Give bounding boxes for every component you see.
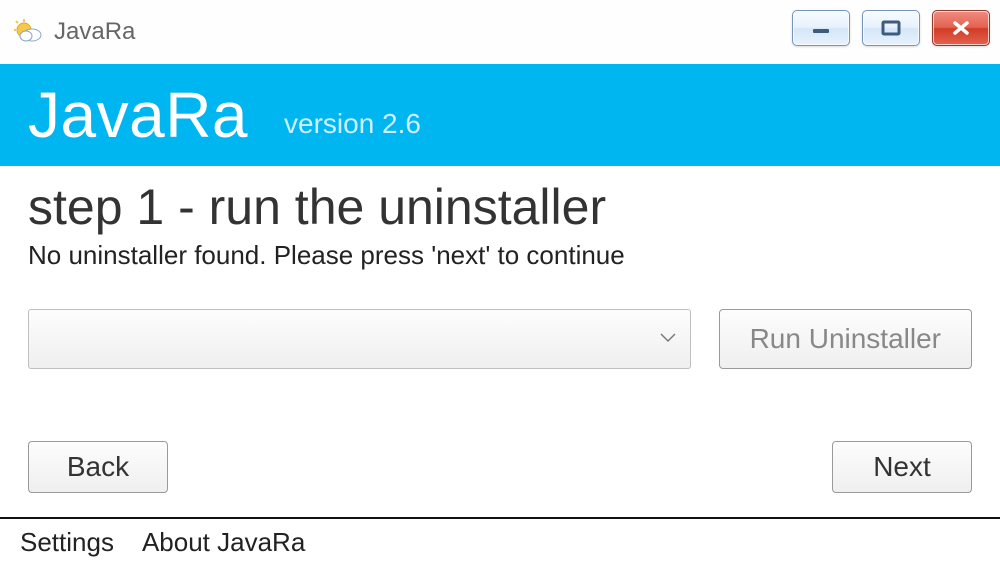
nav-row: Back Next [28,441,972,505]
app-window: JavaRa JavaRa version 2.6 st [0,0,1000,562]
close-icon [951,20,971,36]
brand-name: JavaRa [28,78,248,152]
window-controls [792,10,990,46]
uninstaller-select[interactable] [28,309,691,369]
titlebar: JavaRa [0,0,1000,64]
minimize-icon [811,21,831,35]
window-title: JavaRa [54,18,135,46]
app-header: JavaRa version 2.6 [0,64,1000,166]
version-label: version 2.6 [284,90,421,140]
maximize-button[interactable] [862,10,920,46]
step-title: step 1 - run the uninstaller [28,178,972,236]
bottom-bar: Settings About JavaRa [0,517,1000,558]
uninstaller-row: Run Uninstaller [28,309,972,369]
maximize-icon [881,20,901,36]
about-link[interactable]: About JavaRa [142,527,305,558]
back-label: Back [67,451,129,483]
settings-link[interactable]: Settings [20,527,114,558]
minimize-button[interactable] [792,10,850,46]
chevron-down-icon [660,330,676,348]
status-message: No uninstaller found. Please press 'next… [28,240,972,271]
next-button[interactable]: Next [832,441,972,493]
next-label: Next [873,451,931,483]
run-uninstaller-label: Run Uninstaller [750,323,941,355]
main-content: step 1 - run the uninstaller No uninstal… [0,166,1000,517]
back-button[interactable]: Back [28,441,168,493]
app-icon [12,16,44,48]
close-button[interactable] [932,10,990,46]
run-uninstaller-button[interactable]: Run Uninstaller [719,309,972,369]
